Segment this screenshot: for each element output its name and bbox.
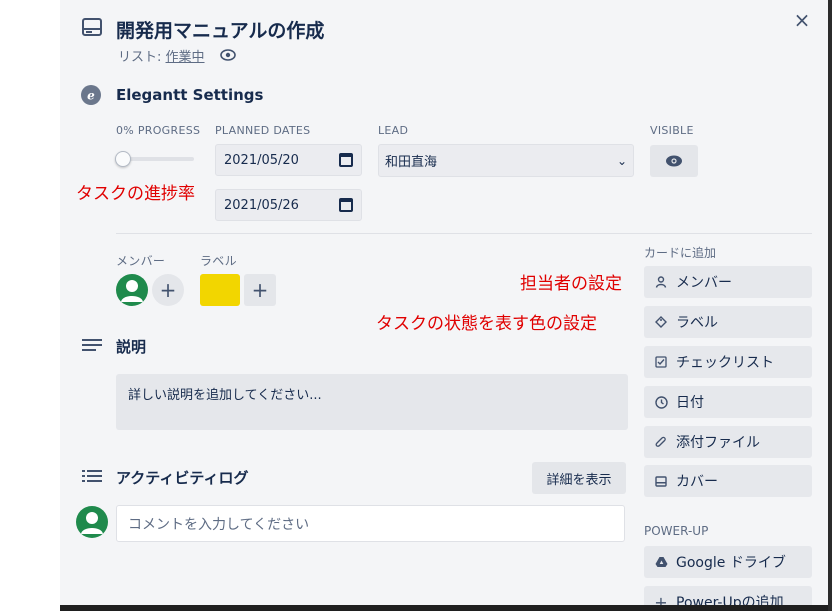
- sidebar-button-label: 日付: [676, 395, 704, 411]
- annotation-progress: タスクの進捗率: [76, 184, 195, 204]
- list-info: リスト: 作業中: [118, 46, 205, 65]
- activity-icon: [82, 470, 102, 482]
- calendar-icon[interactable]: [339, 198, 353, 212]
- add-to-card-caption: カードに追加: [644, 246, 717, 260]
- progress-caption: 0% PROGRESS: [116, 124, 201, 137]
- lead-value: 和田直海: [385, 155, 438, 170]
- activity-title: アクティビティログ: [116, 469, 249, 487]
- progress-slider-thumb[interactable]: [115, 151, 131, 167]
- dates-caption: PLANNED DATES: [215, 124, 311, 137]
- sidebar-button-label: カバー: [676, 474, 718, 490]
- comment-input[interactable]: コメントを入力してください: [116, 505, 625, 542]
- list-prefix: リスト:: [118, 50, 166, 65]
- visible-toggle-button[interactable]: [650, 145, 698, 177]
- divider: [116, 233, 812, 234]
- sidebar-button-label: ラベル: [676, 315, 718, 331]
- sidebar-button-label: Google ドライブ: [676, 555, 786, 571]
- close-button[interactable]: ×: [790, 8, 814, 32]
- description-icon: [82, 339, 102, 351]
- labels-caption: ラベル: [200, 254, 237, 268]
- person-icon: [654, 275, 668, 289]
- description-title: 説明: [116, 338, 147, 356]
- annotation-member: 担当者の設定: [520, 274, 622, 294]
- eye-icon[interactable]: [220, 48, 236, 62]
- sidebar-attachment-button[interactable]: 添付ファイル: [644, 426, 812, 458]
- sidebar-member-button[interactable]: メンバー: [644, 266, 812, 298]
- sidebar-cover-button[interactable]: カバー: [644, 465, 812, 497]
- elegantt-title: Elegantt Settings: [116, 86, 264, 104]
- tag-icon: [654, 315, 668, 329]
- chevron-down-icon: ⌄: [616, 153, 627, 168]
- user-avatar-icon: [81, 512, 103, 534]
- sidebar-button-label: 添付ファイル: [676, 435, 760, 451]
- sidebar-label-button[interactable]: ラベル: [644, 306, 812, 338]
- sidebar-add-powerup-button[interactable]: + Power-Upの追加: [644, 586, 812, 605]
- sidebar-checklist-button[interactable]: チェックリスト: [644, 346, 812, 378]
- google-drive-icon: [654, 555, 668, 569]
- visible-caption: VISIBLE: [650, 124, 694, 137]
- sidebar-date-button[interactable]: 日付: [644, 386, 812, 418]
- show-details-button[interactable]: 詳細を表示: [532, 462, 626, 494]
- avatar: [76, 506, 108, 538]
- sidebar-button-label: メンバー: [676, 275, 732, 291]
- eye-icon: [666, 155, 682, 167]
- sidebar-google-drive-button[interactable]: Google ドライブ: [644, 546, 812, 578]
- description-input[interactable]: 詳しい説明を追加してください...: [116, 374, 628, 430]
- annotation-label: タスクの状態を表す色の設定: [376, 314, 597, 334]
- user-avatar-icon: [121, 280, 143, 302]
- elegantt-icon: e: [81, 85, 101, 105]
- members-caption: メンバー: [116, 254, 166, 268]
- avatar[interactable]: [116, 274, 148, 306]
- cover-icon: [654, 474, 668, 488]
- start-date-value: 2021/05/20: [224, 152, 299, 168]
- background-right: [828, 0, 832, 611]
- sidebar-button-label: Power-Upの追加: [676, 595, 784, 605]
- card-detail-modal: 開発用マニュアルの作成 × リスト: 作業中 e Elegantt Settin…: [60, 0, 828, 605]
- label-chip-yellow[interactable]: [200, 274, 240, 306]
- checklist-icon: [654, 355, 668, 369]
- clock-icon: [654, 395, 668, 409]
- card-icon: [82, 18, 102, 36]
- powerup-caption: POWER-UP: [644, 524, 709, 538]
- svg-text:e: e: [87, 89, 95, 103]
- end-date-input[interactable]: 2021/05/26: [215, 189, 362, 221]
- background-left: [0, 0, 60, 611]
- add-member-button[interactable]: +: [152, 274, 184, 306]
- paperclip-icon: [654, 435, 668, 449]
- plus-icon: +: [654, 592, 668, 606]
- sidebar-button-label: チェックリスト: [676, 355, 774, 371]
- lead-caption: LEAD: [378, 124, 409, 137]
- calendar-icon[interactable]: [339, 153, 353, 167]
- add-label-button[interactable]: +: [244, 274, 276, 306]
- lead-select[interactable]: 和田直海 ⌄: [378, 144, 634, 177]
- list-link[interactable]: 作業中: [166, 50, 205, 65]
- card-title[interactable]: 開発用マニュアルの作成: [116, 16, 324, 43]
- start-date-input[interactable]: 2021/05/20: [215, 144, 362, 176]
- end-date-value: 2021/05/26: [224, 197, 299, 213]
